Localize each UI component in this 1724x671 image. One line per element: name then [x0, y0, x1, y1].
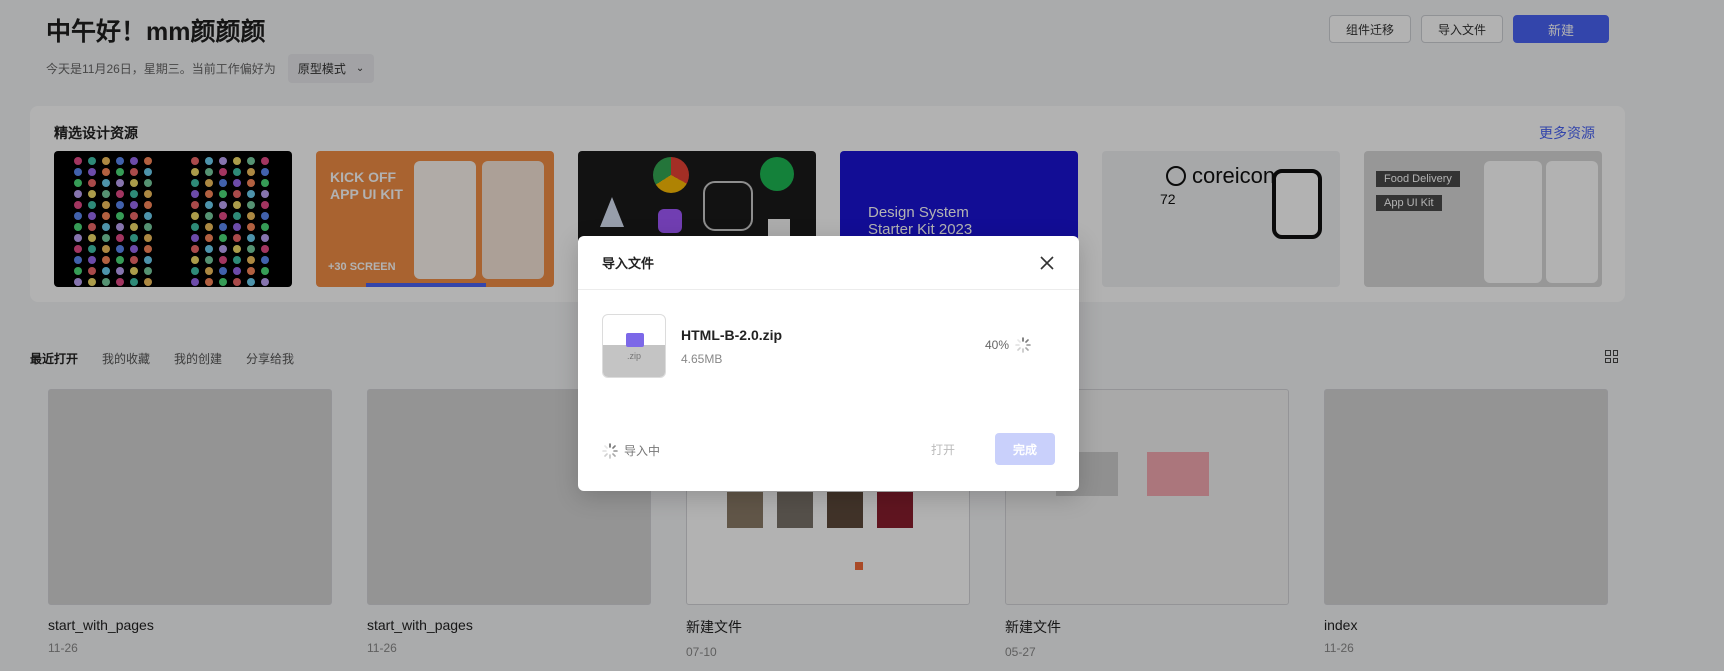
import-status-text: 导入中 [624, 444, 661, 458]
spinner-icon [1015, 337, 1031, 353]
zip-file-icon: .zip [602, 314, 666, 378]
import-file-name: HTML-B-2.0.zip [681, 327, 783, 343]
import-file-size: 4.65MB [681, 352, 723, 366]
dialog-title: 导入文件 [602, 256, 655, 271]
done-button[interactable]: 完成 [995, 433, 1055, 465]
open-button[interactable]: 打开 [917, 433, 969, 465]
import-progress-text: 40% [984, 338, 1009, 352]
close-icon[interactable] [1039, 255, 1055, 271]
import-file-row: .zip HTML-B-2.0.zip 4.65MB 40% [602, 314, 1055, 378]
import-status: 导入中 [602, 442, 660, 459]
spinner-icon [602, 442, 618, 459]
home-page: 中午好！mm颜颜颜 今天是11月26日，星期三。当前工作偏好为 原型模式 ⌄ 组… [0, 0, 1724, 671]
dialog-header: 导入文件 [578, 236, 1079, 290]
import-file-dialog: 导入文件 .zip HTML-B-2.0.zip 4.65MB 40% 导入中 … [578, 236, 1079, 491]
file-extension: .zip [626, 351, 641, 361]
